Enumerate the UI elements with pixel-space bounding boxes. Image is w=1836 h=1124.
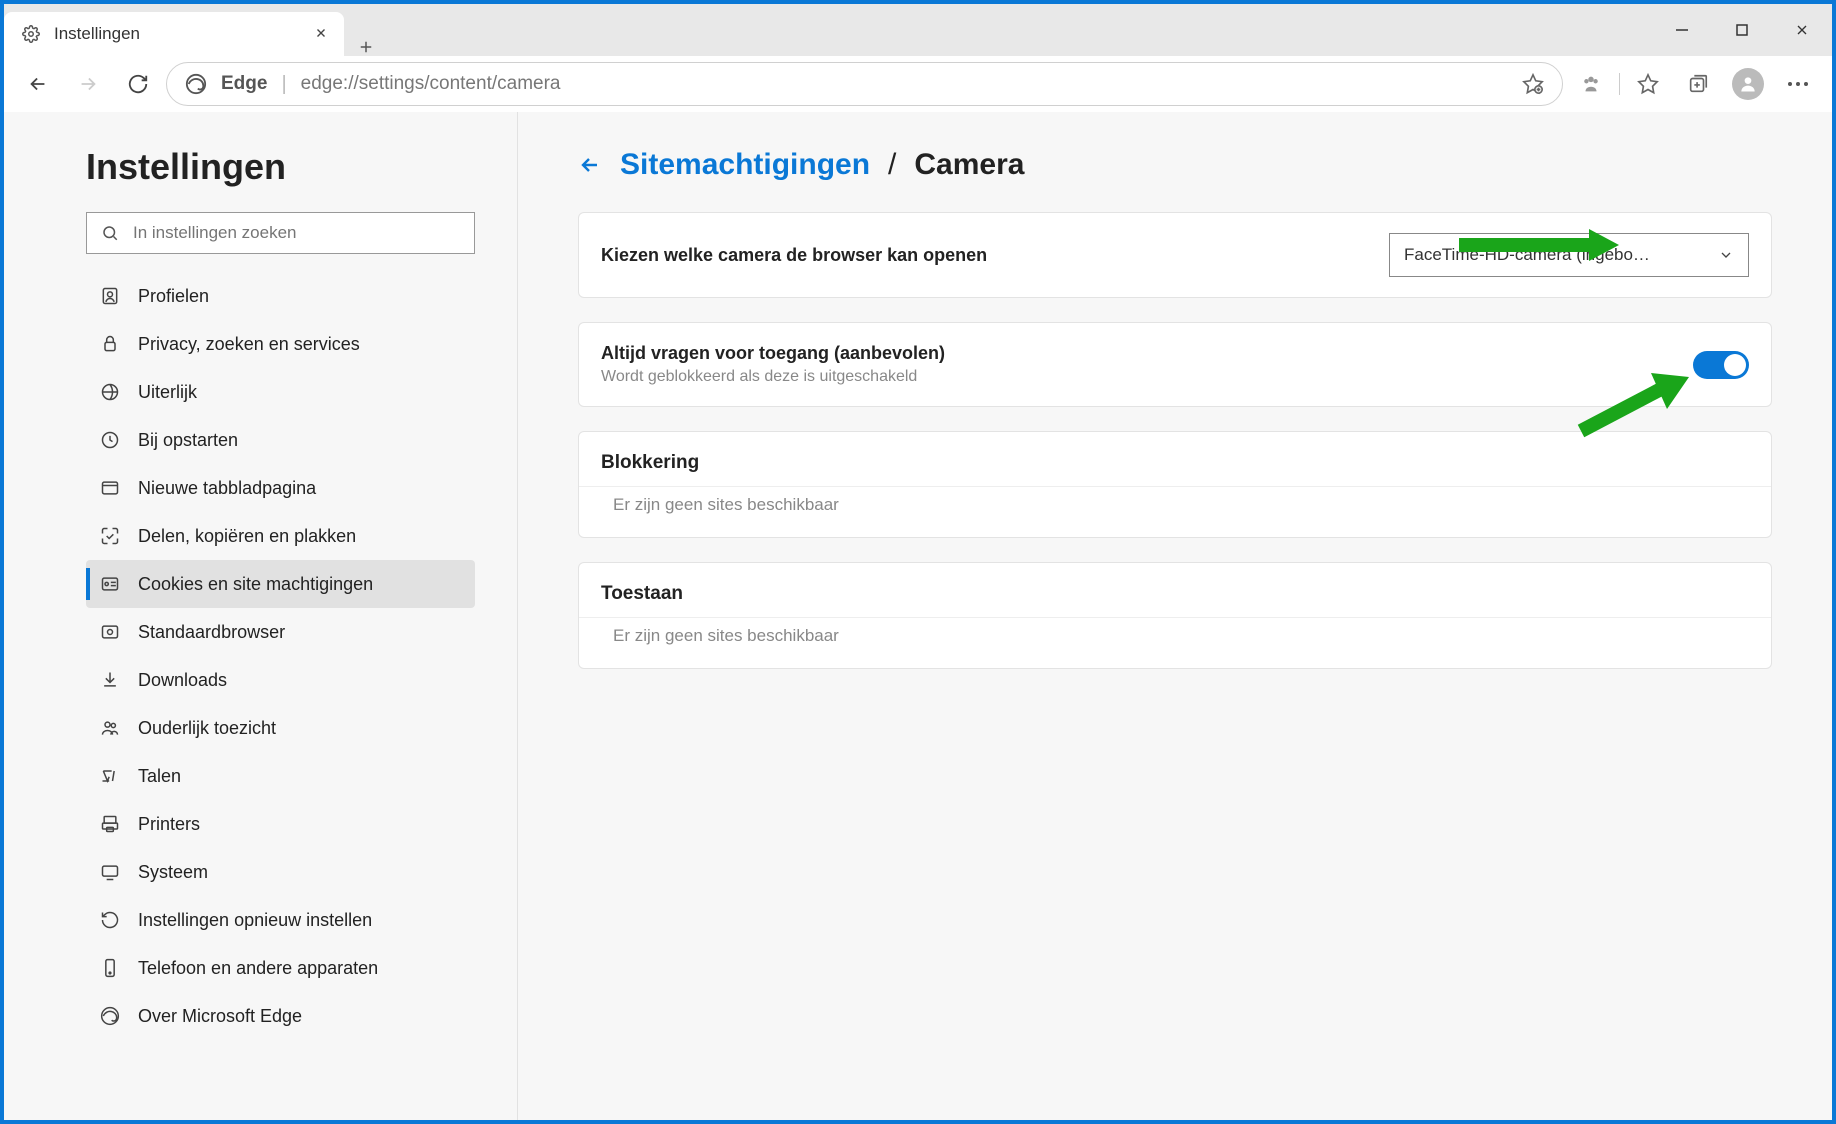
sidebar-item-icon — [100, 382, 120, 402]
allow-heading: Toestaan — [579, 563, 1771, 617]
sidebar-item-icon — [100, 334, 120, 354]
extensions-icon[interactable] — [1569, 62, 1613, 106]
sidebar-item[interactable]: Bij opstarten — [86, 416, 475, 464]
ask-toggle-sub: Wordt geblokkeerd als deze is uitgeschak… — [601, 368, 945, 386]
sidebar-item[interactable]: Downloads — [86, 656, 475, 704]
nav-reload-button[interactable] — [116, 62, 160, 106]
sidebar-item[interactable]: Systeem — [86, 848, 475, 896]
sidebar-item[interactable]: Printers — [86, 800, 475, 848]
address-bar[interactable]: Edge | edge://settings/content/camera — [166, 62, 1563, 106]
sidebar-item-icon — [100, 286, 120, 306]
breadcrumb-parent[interactable]: Sitemachtigingen — [620, 148, 870, 182]
window-minimize-button[interactable] — [1652, 4, 1712, 56]
sidebar-item-icon — [100, 622, 120, 642]
sidebar-item-label: Privacy, zoeken en services — [138, 334, 360, 355]
address-separator: | — [281, 73, 286, 96]
settings-search[interactable] — [86, 212, 475, 254]
tab-title: Instellingen — [54, 24, 314, 44]
sidebar-item-icon — [100, 1006, 120, 1026]
nav-forward-button — [66, 62, 110, 106]
favorites-icon[interactable] — [1626, 62, 1670, 106]
sidebar-item-icon — [100, 862, 120, 882]
sidebar-item-label: Talen — [138, 766, 181, 787]
window-close-button[interactable] — [1772, 4, 1832, 56]
sidebar-item-icon — [100, 526, 120, 546]
sidebar-item-icon — [100, 574, 120, 594]
sidebar-item-icon — [100, 766, 120, 786]
breadcrumb-separator: / — [888, 148, 896, 182]
new-tab-button[interactable] — [344, 38, 388, 56]
profile-avatar[interactable] — [1726, 62, 1770, 106]
breadcrumb-back-icon[interactable] — [578, 153, 602, 177]
sidebar-item-label: Delen, kopiëren en plakken — [138, 526, 356, 547]
sidebar-item-icon — [100, 478, 120, 498]
camera-select-value: FaceTime-HD-camera (ingebo… — [1404, 245, 1650, 265]
sidebar-item[interactable]: Over Microsoft Edge — [86, 992, 475, 1040]
sidebar-item-icon — [100, 670, 120, 690]
sidebar-item-label: Printers — [138, 814, 200, 835]
sidebar-item-label: Over Microsoft Edge — [138, 1006, 302, 1027]
sidebar-item-icon — [100, 718, 120, 738]
sidebar-heading: Instellingen — [86, 146, 475, 188]
sidebar-item-icon — [100, 910, 120, 930]
settings-search-input[interactable] — [133, 223, 460, 243]
sidebar-item-label: Telefoon en andere apparaten — [138, 958, 378, 979]
sidebar-item-icon — [100, 430, 120, 450]
sidebar-item[interactable]: Instellingen opnieuw instellen — [86, 896, 475, 944]
sidebar-item-label: Profielen — [138, 286, 209, 307]
sidebar-item[interactable]: Delen, kopiëren en plakken — [86, 512, 475, 560]
favorite-star-icon[interactable] — [1522, 73, 1544, 95]
sidebar-item[interactable]: Uiterlijk — [86, 368, 475, 416]
sidebar-item-icon — [100, 814, 120, 834]
toolbar-divider — [1619, 73, 1620, 95]
sidebar-item[interactable]: Talen — [86, 752, 475, 800]
sidebar-item-label: Standaardbrowser — [138, 622, 285, 643]
browser-tab[interactable]: Instellingen — [4, 12, 344, 56]
sidebar-item[interactable]: Nieuwe tabbladpagina — [86, 464, 475, 512]
tab-close-icon[interactable] — [314, 26, 330, 42]
sidebar-item-label: Bij opstarten — [138, 430, 238, 451]
sidebar-item-label: Systeem — [138, 862, 208, 883]
address-url: edge://settings/content/camera — [301, 73, 561, 95]
block-empty-text: Er zijn geen sites beschikbaar — [579, 486, 1771, 537]
ask-toggle[interactable] — [1693, 351, 1749, 379]
gear-icon — [22, 25, 40, 43]
sidebar-item[interactable]: Cookies en site machtigingen — [86, 560, 475, 608]
sidebar-item-label: Cookies en site machtigingen — [138, 574, 373, 595]
collections-icon[interactable] — [1676, 62, 1720, 106]
sidebar-item-label: Nieuwe tabbladpagina — [138, 478, 316, 499]
sidebar-item-label: Instellingen opnieuw instellen — [138, 910, 372, 931]
more-menu-icon[interactable] — [1776, 62, 1820, 106]
nav-back-button[interactable] — [16, 62, 60, 106]
sidebar-item[interactable]: Ouderlijk toezicht — [86, 704, 475, 752]
search-icon — [101, 224, 119, 242]
block-heading: Blokkering — [579, 432, 1771, 486]
camera-select[interactable]: FaceTime-HD-camera (ingebo… — [1389, 233, 1749, 277]
address-prefix: Edge — [221, 73, 267, 95]
allow-empty-text: Er zijn geen sites beschikbaar — [579, 617, 1771, 668]
window-maximize-button[interactable] — [1712, 4, 1772, 56]
chevron-down-icon — [1718, 247, 1734, 263]
sidebar-item[interactable]: Privacy, zoeken en services — [86, 320, 475, 368]
sidebar-item-label: Ouderlijk toezicht — [138, 718, 276, 739]
sidebar-item-icon — [100, 958, 120, 978]
sidebar-item[interactable]: Telefoon en andere apparaten — [86, 944, 475, 992]
ask-toggle-label: Altijd vragen voor toegang (aanbevolen) — [601, 343, 945, 364]
sidebar-item-label: Uiterlijk — [138, 382, 197, 403]
choose-camera-label: Kiezen welke camera de browser kan opene… — [601, 245, 987, 266]
sidebar-item[interactable]: Standaardbrowser — [86, 608, 475, 656]
sidebar-item[interactable]: Profielen — [86, 272, 475, 320]
edge-logo-icon — [185, 73, 207, 95]
breadcrumb-current: Camera — [914, 148, 1024, 182]
sidebar-item-label: Downloads — [138, 670, 227, 691]
